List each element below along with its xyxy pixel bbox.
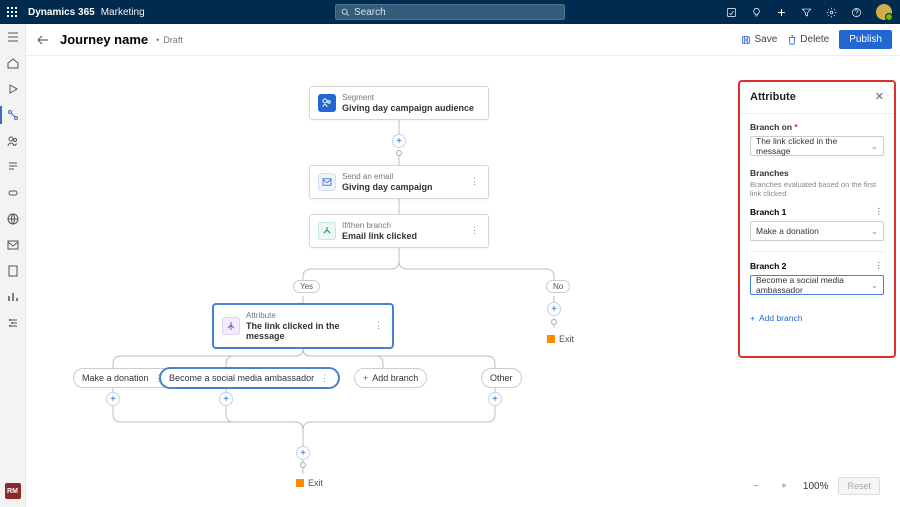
add-step-button[interactable]: +: [488, 392, 502, 406]
app-launcher-icon[interactable]: [0, 7, 24, 17]
chevron-down-icon: ⌄: [871, 141, 878, 152]
chevron-down-icon: ⌄: [871, 280, 878, 291]
linked-icon[interactable]: [6, 186, 20, 200]
node-more-icon[interactable]: ⋮: [464, 176, 480, 187]
panel-title: Attribute: [750, 91, 796, 103]
branch-pill[interactable]: Become a social media ambassador⋮: [160, 368, 339, 388]
branch-on-label: Branch on *: [750, 122, 884, 132]
delete-button[interactable]: Delete: [787, 34, 829, 45]
branch-on-select[interactable]: The link clicked in the message⌄: [750, 136, 884, 156]
zoom-in-button[interactable]: +: [775, 477, 793, 495]
journey-canvas[interactable]: SegmentGiving day campaign audience + Se…: [26, 56, 900, 507]
segment-node[interactable]: SegmentGiving day campaign audience: [309, 86, 489, 120]
plus-icon: +: [363, 373, 368, 383]
branch-pill[interactable]: Make a donation⋮: [73, 368, 174, 388]
form-icon[interactable]: [6, 160, 20, 174]
branch2-select[interactable]: Become a social media ambassador⌄: [750, 275, 884, 295]
yes-label: Yes: [293, 280, 320, 293]
plus-icon[interactable]: [776, 7, 787, 18]
email-icon[interactable]: [6, 238, 20, 252]
segment-icon: [318, 94, 336, 112]
branch-more-icon[interactable]: ⋮: [875, 206, 885, 217]
email-node[interactable]: Send an emailGiving day campaign ⋮: [309, 165, 489, 199]
sidebar: RM: [0, 24, 26, 507]
zoom-controls: − + 100% Reset: [747, 477, 880, 495]
back-button[interactable]: [34, 31, 52, 49]
help-icon[interactable]: [851, 7, 862, 18]
assistant-icon[interactable]: [726, 7, 737, 18]
exit-label: Exit: [296, 478, 323, 488]
zoom-out-button[interactable]: −: [747, 477, 765, 495]
node-more-icon[interactable]: ⋮: [464, 225, 480, 236]
journey-icon[interactable]: [6, 108, 20, 122]
branch-icon: [318, 222, 336, 240]
lightbulb-icon[interactable]: [751, 7, 762, 18]
zoom-value: 100%: [803, 481, 829, 492]
audience-icon[interactable]: [6, 134, 20, 148]
add-step-button[interactable]: +: [219, 392, 233, 406]
page-title: Journey name: [60, 32, 148, 47]
pill-more-icon[interactable]: ⋮: [320, 373, 330, 384]
chart-icon[interactable]: [6, 290, 20, 304]
branch-more-icon[interactable]: ⋮: [875, 260, 885, 271]
exit-label: Exit: [547, 334, 574, 344]
connector-dot: [396, 150, 402, 156]
publish-button[interactable]: Publish: [839, 30, 892, 49]
branch1-label: Branch 1: [750, 207, 786, 217]
page-header: Journey name Draft Save Delete Publish: [26, 24, 900, 56]
ifthen-node[interactable]: If/then branchEmail link clicked ⋮: [309, 214, 489, 248]
add-branch-pill[interactable]: +Add branch: [354, 368, 427, 388]
add-branch-button[interactable]: +Add branch: [750, 313, 884, 323]
attribute-node[interactable]: AttributeThe link clicked in the message…: [213, 304, 393, 348]
branch1-select[interactable]: Make a donation⌄: [750, 221, 884, 241]
branches-label: Branches: [750, 168, 884, 178]
search-input[interactable]: Search: [335, 4, 565, 20]
attribute-icon: [222, 317, 240, 335]
flag-icon: [547, 335, 555, 343]
globe-icon[interactable]: [6, 212, 20, 226]
persona-badge[interactable]: RM: [5, 483, 21, 499]
home-icon[interactable]: [6, 56, 20, 70]
close-icon[interactable]: ✕: [875, 90, 884, 103]
play-icon[interactable]: [6, 82, 20, 96]
add-step-button[interactable]: +: [547, 302, 561, 316]
plus-icon: +: [750, 313, 755, 323]
zoom-reset-button[interactable]: Reset: [838, 477, 880, 495]
branch2-label: Branch 2: [750, 261, 786, 271]
brand: Dynamics 365Marketing: [24, 7, 145, 18]
menu-icon[interactable]: [6, 30, 20, 44]
add-step-button[interactable]: +: [392, 134, 406, 148]
add-step-button[interactable]: +: [296, 446, 310, 460]
add-step-button[interactable]: +: [106, 392, 120, 406]
connector-dot: [300, 462, 306, 468]
branches-sub: Branches evaluated based on the first li…: [750, 180, 884, 198]
search-icon: [341, 8, 350, 17]
email-icon: [318, 173, 336, 191]
gear-icon[interactable]: [826, 7, 837, 18]
chevron-down-icon: ⌄: [871, 226, 878, 237]
filter-icon[interactable]: [801, 7, 812, 18]
status-badge: Draft: [156, 35, 183, 45]
no-label: No: [546, 280, 570, 293]
attribute-panel: Attribute ✕ Branch on * The link clicked…: [738, 80, 896, 358]
avatar[interactable]: [876, 4, 892, 20]
flag-icon: [296, 479, 304, 487]
connector-dot: [551, 319, 557, 325]
settings-icon[interactable]: [6, 316, 20, 330]
other-branch-pill[interactable]: Other: [481, 368, 522, 388]
trash-icon: [787, 35, 797, 45]
node-more-icon[interactable]: ⋮: [368, 320, 384, 331]
save-button[interactable]: Save: [741, 34, 777, 45]
template-icon[interactable]: [6, 264, 20, 278]
save-icon: [741, 35, 751, 45]
